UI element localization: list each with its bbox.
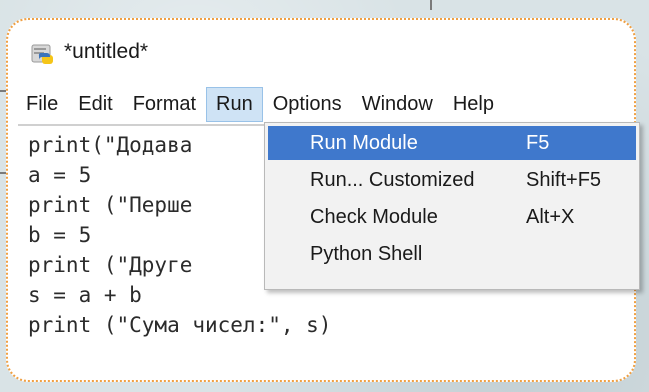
menu-file[interactable]: File — [16, 87, 68, 122]
title-bar: *untitled* — [8, 20, 634, 84]
background-bracket-top — [430, 0, 612, 10]
run-menu-dropdown: Run Module F5 Run... Customized Shift+F5… — [264, 122, 640, 290]
menu-item-shortcut: Shift+F5 — [526, 169, 602, 191]
menu-item-shortcut: F5 — [526, 132, 550, 154]
menu-options[interactable]: Options — [263, 87, 352, 122]
menu-item-python-shell[interactable]: Python Shell — [268, 237, 636, 271]
menu-item-run-module[interactable]: Run Module F5 — [268, 126, 636, 160]
window-title: *untitled* — [64, 40, 149, 63]
menu-item-label: Python Shell — [310, 243, 423, 265]
menu-format[interactable]: Format — [123, 87, 206, 122]
menu-window[interactable]: Window — [352, 87, 443, 122]
menu-edit[interactable]: Edit — [68, 87, 122, 122]
menu-item-label: Run... Customized — [310, 169, 475, 191]
menu-item-shortcut: Alt+X — [526, 206, 575, 228]
menu-item-label: Check Module — [310, 206, 438, 228]
python-idle-icon — [30, 39, 56, 65]
code-line: print ("Сума чисел:", s) — [28, 313, 332, 337]
menu-item-run-customized[interactable]: Run... Customized Shift+F5 — [268, 163, 636, 197]
menu-run[interactable]: Run — [206, 86, 263, 122]
menu-item-label: Run Module — [310, 132, 418, 154]
menu-item-check-module[interactable]: Check Module Alt+X — [268, 200, 636, 234]
menu-help[interactable]: Help — [443, 87, 504, 122]
menu-bar: File Edit Format Run Options Window Help — [8, 84, 634, 124]
